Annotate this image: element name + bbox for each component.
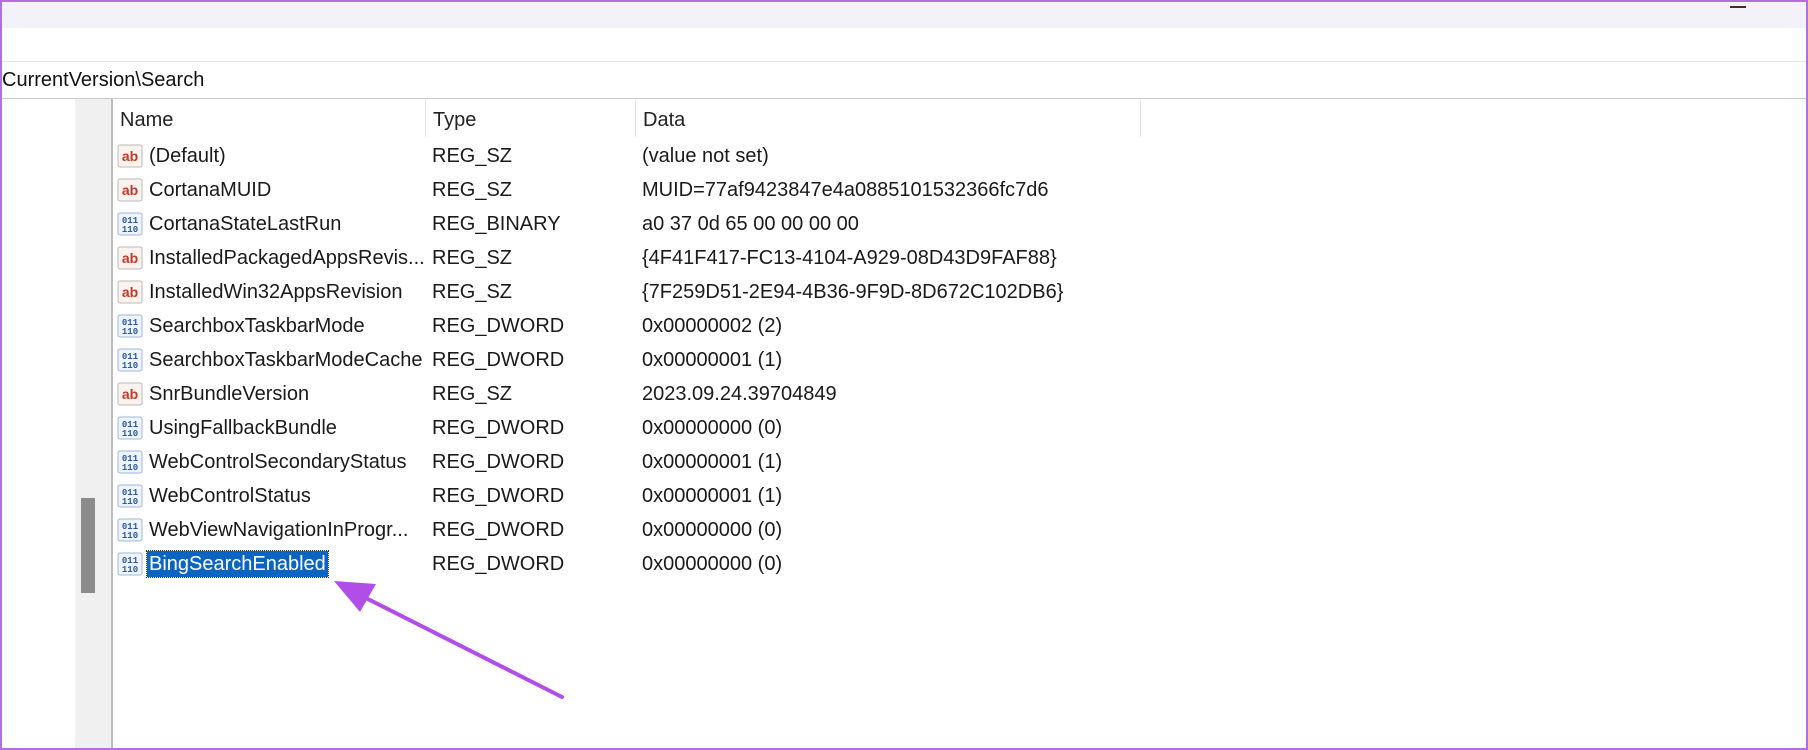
value-data: {7F259D51-2E94-4B36-9F9D-8D672C102DB6} xyxy=(642,281,1064,303)
svg-text:ab: ab xyxy=(122,250,138,266)
value-data: 0x00000000 (0) xyxy=(642,519,783,541)
table-row[interactable]: 011 110 CortanaStateLastRun REG_BINARY a0 37… xyxy=(113,207,1806,241)
value-data: a0 37 0d 65 00 00 00 00 xyxy=(642,213,859,235)
value-type: REG_SZ xyxy=(432,247,513,269)
value-type: REG_SZ xyxy=(432,383,513,405)
binary-value-icon: 011 110 xyxy=(117,517,143,543)
binary-value-icon: 011 110 xyxy=(117,483,143,509)
minimize-icon[interactable] xyxy=(1730,6,1746,8)
column-header-name[interactable]: Name xyxy=(113,99,426,137)
table-row[interactable]: 011 110 WebControlStatus REG_DWORD 0x0000000… xyxy=(113,479,1806,513)
svg-text:ab: ab xyxy=(122,386,138,402)
table-row[interactable]: 011 110 SearchboxTaskbarModeCache REG_DWORD… xyxy=(113,343,1806,377)
value-type: REG_BINARY xyxy=(432,213,561,235)
key-tree-pane[interactable] xyxy=(2,99,75,748)
svg-text:110: 110 xyxy=(122,429,138,439)
svg-text:ab: ab xyxy=(122,284,138,300)
value-data: 0x00000001 (1) xyxy=(642,485,783,507)
binary-value-icon: 011 110 xyxy=(117,313,143,339)
value-type: REG_SZ xyxy=(432,179,513,201)
table-row[interactable]: ab SnrBundleVersion REG_SZ 2023.09.24.39704… xyxy=(113,377,1806,411)
value-type: REG_SZ xyxy=(432,281,513,303)
value-data: 0x00000000 (0) xyxy=(642,553,783,575)
binary-value-icon: 011 110 xyxy=(117,347,143,373)
ab-string-icon: ab xyxy=(117,381,143,407)
column-header-data[interactable]: Data xyxy=(636,99,1141,137)
tree-scrollbar[interactable] xyxy=(75,99,111,748)
table-row[interactable]: 011 110 WebViewNavigationInProgr... REG_DWO… xyxy=(113,513,1806,547)
ab-string-icon: ab xyxy=(117,143,143,169)
value-type: REG_DWORD xyxy=(432,485,565,507)
value-name[interactable]: InstalledPackagedAppsRevis... xyxy=(147,245,427,271)
value-type: REG_DWORD xyxy=(432,451,565,473)
ab-string-icon: ab xyxy=(117,177,143,203)
value-type: REG_DWORD xyxy=(432,519,565,541)
value-data: 0x00000002 (2) xyxy=(642,315,783,337)
svg-text:110: 110 xyxy=(122,463,138,473)
table-row[interactable]: 011 110 SearchboxTaskbarMode REG_DWORD 0x000… xyxy=(113,309,1806,343)
value-type: REG_SZ xyxy=(432,145,513,167)
table-row[interactable]: ab (Default) REG_SZ (value not set) xyxy=(113,139,1806,173)
value-name[interactable]: WebControlStatus xyxy=(147,483,313,509)
table-row[interactable]: 011 110 UsingFallbackBundle REG_DWORD 0x0000… xyxy=(113,411,1806,445)
value-name[interactable]: CortanaMUID xyxy=(147,177,273,203)
ab-string-icon: ab xyxy=(117,279,143,305)
table-row[interactable]: ab InstalledWin32AppsRevision REG_SZ {7F259… xyxy=(113,275,1806,309)
address-path[interactable]: CurrentVersion\Search xyxy=(2,69,204,92)
tree-scrollbar-thumb[interactable] xyxy=(81,498,95,593)
svg-text:110: 110 xyxy=(122,565,138,575)
value-rows: ab (Default) REG_SZ (value not set) ab Cortan… xyxy=(113,139,1806,581)
value-name[interactable]: SnrBundleVersion xyxy=(147,381,311,407)
value-name[interactable]: CortanaStateLastRun xyxy=(147,211,343,237)
value-type: REG_DWORD xyxy=(432,417,565,439)
value-name[interactable]: SearchboxTaskbarModeCache xyxy=(147,347,425,373)
value-data: 2023.09.24.39704849 xyxy=(642,383,837,405)
value-data: 0x00000001 (1) xyxy=(642,349,783,371)
svg-text:110: 110 xyxy=(122,225,138,235)
ab-string-icon: ab xyxy=(117,245,143,271)
value-name[interactable]: InstalledWin32AppsRevision xyxy=(147,279,404,305)
value-name[interactable]: WebControlSecondaryStatus xyxy=(147,449,409,475)
binary-value-icon: 011 110 xyxy=(117,449,143,475)
value-type: REG_DWORD xyxy=(432,553,565,575)
table-row[interactable]: ab InstalledPackagedAppsRevis... REG_SZ {4F… xyxy=(113,241,1806,275)
values-list[interactable]: Name Type Data ab (Default) REG_SZ (value n… xyxy=(113,99,1806,748)
binary-value-icon: 011 110 xyxy=(117,415,143,441)
title-bar xyxy=(2,2,1806,28)
value-data: {4F41F417-FC13-4104-A929-08D43D9FAF88} xyxy=(642,247,1057,269)
svg-text:110: 110 xyxy=(122,531,138,541)
svg-text:110: 110 xyxy=(122,327,138,337)
table-row[interactable]: 011 110 WebControlSecondaryStatus REG_DWORD… xyxy=(113,445,1806,479)
table-row[interactable]: ab CortanaMUID REG_SZ MUID=77af9423847e4a08… xyxy=(113,173,1806,207)
value-data: 0x00000001 (1) xyxy=(642,451,783,473)
value-name[interactable]: WebViewNavigationInProgr... xyxy=(147,517,410,543)
column-header-type[interactable]: Type xyxy=(426,99,636,137)
svg-text:110: 110 xyxy=(122,497,138,507)
svg-text:ab: ab xyxy=(122,148,138,164)
value-name[interactable]: UsingFallbackBundle xyxy=(147,415,339,441)
value-data: 0x00000000 (0) xyxy=(642,417,783,439)
value-type: REG_DWORD xyxy=(432,315,565,337)
address-bar[interactable]: CurrentVersion\Search xyxy=(2,62,1806,99)
value-name[interactable]: BingSearchEnabled xyxy=(146,550,329,578)
svg-text:110: 110 xyxy=(122,361,138,371)
value-data: (value not set) xyxy=(642,145,769,167)
table-row[interactable]: 011 110 BingSearchEnabled REG_DWORD 0x000000… xyxy=(113,547,1806,581)
value-name[interactable]: (Default) xyxy=(147,143,228,169)
svg-text:ab: ab xyxy=(122,182,138,198)
value-data: MUID=77af9423847e4a0885101532366fc7d6 xyxy=(642,179,1049,201)
menu-bar xyxy=(2,28,1806,62)
value-name[interactable]: SearchboxTaskbarMode xyxy=(147,313,367,339)
value-type: REG_DWORD xyxy=(432,349,565,371)
binary-value-icon: 011 110 xyxy=(117,211,143,237)
binary-value-icon: 011 110 xyxy=(117,551,143,577)
